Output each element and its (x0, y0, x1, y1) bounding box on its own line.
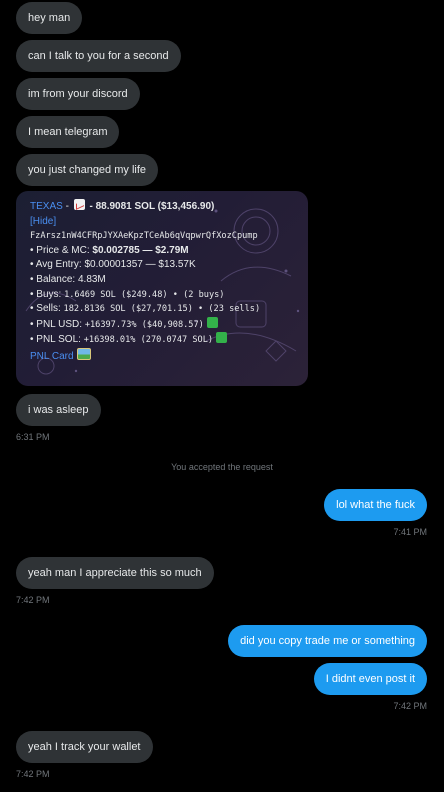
message-text: you just changed my life (28, 164, 147, 176)
message-text: im from your discord (28, 88, 128, 100)
sells-label: • Sells: (30, 303, 64, 315)
message-text: yeah man I appreciate this so much (28, 567, 202, 579)
message-bubble-incoming[interactable]: i was asleep (16, 394, 101, 426)
trade-pnl-card[interactable]: TEXAS - - 88.9081 SOL ($13,456.90) [Hide… (16, 191, 308, 386)
framed-picture-icon (76, 347, 91, 360)
pnl-usd-value: +16397.73% ($40,908.57) (84, 319, 204, 330)
title-separator: - (62, 201, 72, 212)
pnl-card-link[interactable]: PNL Card (30, 351, 74, 362)
token-address[interactable]: FzArsz1nW4CFRpJYXAeKpzTCeAb6qVqpwrQfXozC… (30, 229, 280, 244)
avg-entry: • Avg Entry: $0.00001357 — $13.57K (30, 259, 196, 271)
message-text: did you copy trade me or something (240, 635, 415, 647)
message-text: lol what the fuck (336, 499, 415, 511)
pnl-usd-label: • PNL USD: (30, 318, 85, 330)
green-square-icon (216, 332, 228, 344)
message-bubble-incoming[interactable]: hey man (16, 2, 83, 34)
card-text-block: TEXAS - - 88.9081 SOL ($13,456.90) [Hide… (30, 199, 280, 365)
message-bubble-incoming[interactable]: can I talk to you for a second (16, 40, 181, 72)
message-bubble-outgoing[interactable]: did you copy trade me or something (228, 625, 427, 657)
message-bubble-outgoing[interactable]: lol what the fuck (324, 489, 427, 521)
price-value: $0.002785 — $2.79M (92, 244, 189, 256)
message-timestamp: 6:31 PM (16, 432, 50, 442)
message-text: i was asleep (28, 404, 89, 416)
message-bubble-incoming[interactable]: I mean telegram (16, 116, 120, 148)
hide-link[interactable]: [Hide] (30, 216, 56, 227)
message-timestamp: 7:42 PM (16, 595, 50, 605)
message-bubble-incoming[interactable]: yeah I track your wallet (16, 731, 153, 763)
message-text: I didnt even post it (325, 673, 415, 685)
message-bubble-incoming[interactable]: you just changed my life (16, 154, 159, 186)
message-text: can I talk to you for a second (28, 50, 169, 62)
message-text: hey man (28, 12, 71, 24)
pnl-sol-value: +16398.01% (270.0747 SOL) (83, 335, 214, 346)
message-bubble-incoming[interactable]: yeah man I appreciate this so much (16, 557, 214, 589)
sells-value: 182.8136 SOL ($27,701.15) • (23 sells) (63, 304, 261, 315)
pnl-sol-label: • PNL SOL: (30, 334, 84, 346)
message-bubble-incoming[interactable]: im from your discord (16, 78, 140, 110)
message-timestamp: 7:42 PM (393, 701, 427, 711)
token-name-link[interactable]: TEXAS (30, 201, 63, 212)
message-text: yeah I track your wallet (28, 741, 141, 753)
buys-label: • Buys: (30, 288, 65, 300)
sol-summary: - 88.9081 SOL ($13,456.90) (86, 201, 215, 212)
message-timestamp: 7:41 PM (393, 527, 427, 537)
price-label: • Price & MC: (30, 244, 93, 256)
green-square-icon (206, 316, 218, 328)
chart-increasing-icon (73, 199, 85, 210)
message-timestamp: 7:42 PM (16, 769, 50, 779)
balance: • Balance: 4.83M (30, 273, 106, 285)
message-bubble-outgoing[interactable]: I didnt even post it (313, 663, 427, 695)
buys-value: 1.6469 SOL ($249.48) • (2 buys) (64, 289, 225, 300)
message-text: I mean telegram (28, 126, 108, 138)
request-accepted-notice: You accepted the request (171, 462, 273, 472)
